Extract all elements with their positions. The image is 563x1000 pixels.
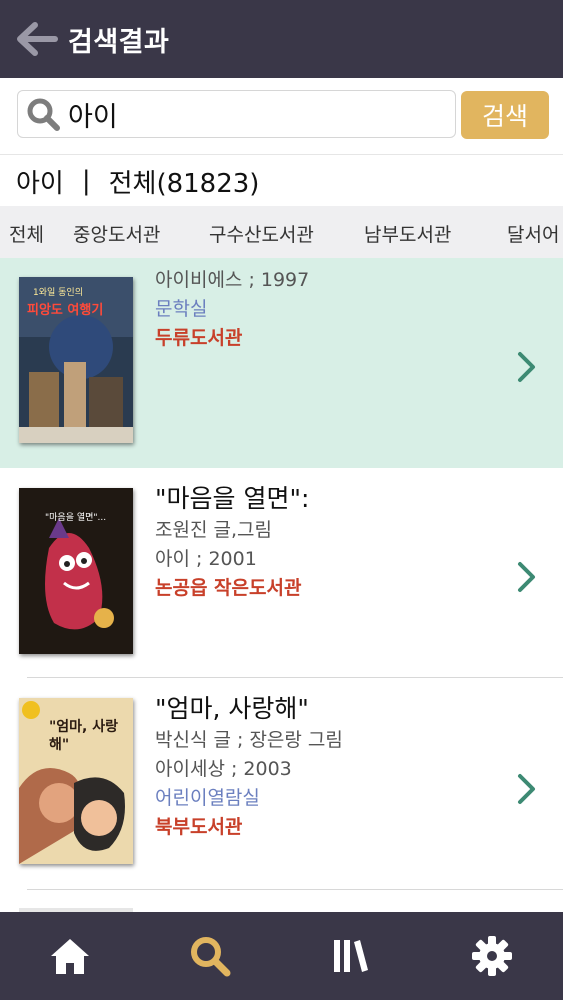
tab-nambu[interactable]: 남부도서관 bbox=[364, 220, 451, 247]
search-icon bbox=[191, 937, 231, 977]
book-cover: "마음을 열면"... bbox=[19, 488, 133, 654]
result-room: 어린이열람실 bbox=[155, 787, 260, 809]
result-library: 북부도서관 bbox=[155, 816, 243, 838]
cover-title-text: 피앙도 여행기 bbox=[27, 303, 104, 318]
result-room: 문학실 bbox=[155, 298, 208, 320]
search-input[interactable] bbox=[64, 98, 442, 130]
result-info: 아이비에스 ; 1997 문학실 두류도서관 bbox=[155, 266, 503, 353]
home-icon bbox=[51, 939, 89, 974]
tab-gususan[interactable]: 구수산도서관 bbox=[209, 220, 314, 247]
book-cover: "엄마, 사랑해" bbox=[19, 698, 133, 864]
summary-total: 전체(81823) bbox=[108, 168, 260, 199]
search-field[interactable] bbox=[17, 90, 456, 138]
back-button[interactable] bbox=[8, 0, 66, 78]
row-divider bbox=[27, 889, 563, 890]
result-author: 박신식 글 ; 장은랑 그림 bbox=[155, 729, 343, 751]
cover-title-text: "엄마, 사랑해" bbox=[49, 719, 119, 753]
result-item[interactable]: 1와일 동인의 피앙도 여행기 아이비에스 ; 1997 문학실 두류도서관 bbox=[0, 258, 563, 468]
result-title: "엄마, 사랑해" bbox=[155, 694, 309, 723]
result-publisher: 아이 ; 2001 bbox=[155, 548, 257, 570]
result-library: 두류도서관 bbox=[155, 327, 243, 349]
chevron-right-icon bbox=[518, 352, 535, 382]
back-arrow-icon bbox=[17, 22, 58, 56]
result-item[interactable]: "마음을 열면"... "마음을 열면": 조원진 글,그림 아이 ; 2001… bbox=[0, 468, 563, 678]
result-author: 조원진 글,그림 bbox=[155, 519, 272, 541]
tabbar-settings[interactable] bbox=[462, 926, 522, 986]
tab-dalseo[interactable]: 달서어 bbox=[507, 220, 559, 247]
cover-top-text: 1와일 동인의 bbox=[33, 288, 83, 298]
tab-central[interactable]: 중앙도서관 bbox=[73, 220, 160, 247]
summary-separator: | bbox=[81, 166, 91, 196]
result-publisher: 아이세상 ; 2003 bbox=[155, 758, 292, 780]
search-button[interactable]: 검색 bbox=[461, 91, 549, 139]
books-icon bbox=[334, 940, 368, 972]
result-title: "마음을 열면": bbox=[155, 484, 310, 513]
summary-keyword: 아이 bbox=[16, 168, 64, 199]
bottom-tab-bar bbox=[0, 912, 563, 1000]
book-cover: 1와일 동인의 피앙도 여행기 bbox=[19, 277, 133, 443]
chevron-right-icon bbox=[518, 774, 535, 804]
result-list: 1와일 동인의 피앙도 여행기 아이비에스 ; 1997 문학실 두류도서관 "… bbox=[0, 258, 563, 912]
page-title: 검색결과 bbox=[68, 26, 170, 58]
gear-icon bbox=[472, 936, 512, 976]
cover-title-text: "마음을 열면"... bbox=[45, 513, 107, 523]
search-bar: 검색 bbox=[0, 78, 563, 154]
app-header: 검색결과 bbox=[0, 0, 563, 78]
result-item[interactable]: "엄마, 사랑해" "엄마, 사랑해" 박신식 글 ; 장은랑 그림 아이세상 … bbox=[0, 678, 563, 890]
tab-all[interactable]: 전체 bbox=[9, 220, 44, 247]
tabbar-home[interactable] bbox=[40, 926, 100, 986]
result-library: 논공읍 작은도서관 bbox=[155, 577, 302, 599]
result-info: "엄마, 사랑해" 박신식 글 ; 장은랑 그림 아이세상 ; 2003 어린이… bbox=[155, 692, 503, 842]
chevron-right-icon bbox=[518, 562, 535, 592]
library-tabs: 전체 중앙도서관 구수산도서관 남부도서관 달서어 bbox=[0, 206, 563, 258]
result-info: "마음을 열면": 조원진 글,그림 아이 ; 2001 논공읍 작은도서관 bbox=[155, 482, 503, 603]
result-publisher: 아이비에스 ; 1997 bbox=[155, 269, 310, 291]
result-summary: 아이 | 전체(81823) bbox=[0, 154, 563, 207]
tabbar-search[interactable] bbox=[180, 926, 240, 986]
search-icon bbox=[22, 92, 64, 136]
tabbar-books[interactable] bbox=[320, 926, 380, 986]
